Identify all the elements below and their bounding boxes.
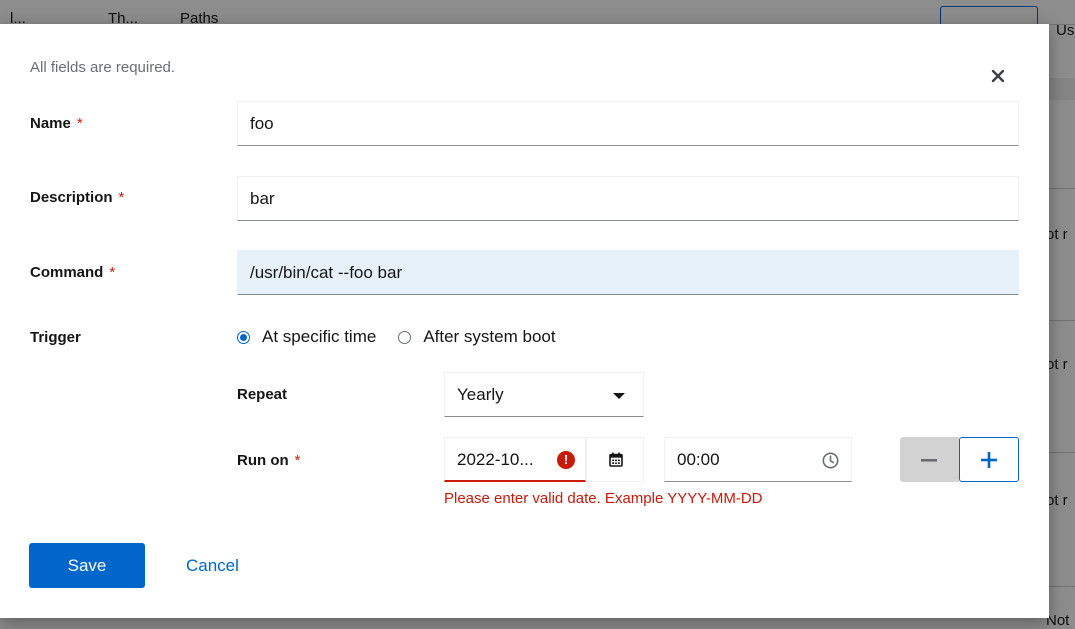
required-mark: * <box>76 115 83 132</box>
run-on-label: Run on * <box>237 452 301 469</box>
required-mark: * <box>294 452 301 469</box>
time-input[interactable]: 00:00 <box>664 437 852 482</box>
description-label: Description * <box>30 189 125 206</box>
description-input[interactable]: bar <box>237 176 1019 221</box>
remove-run-time-button[interactable] <box>900 437 959 482</box>
trigger-option-label: After system boot <box>423 327 556 346</box>
minus-icon <box>921 459 937 462</box>
command-input[interactable]: /usr/bin/cat --foo bar <box>237 250 1019 295</box>
date-value: 2022-10... <box>457 450 534 469</box>
required-mark: * <box>109 264 116 281</box>
save-button[interactable]: Save <box>29 543 145 588</box>
calendar-button[interactable] <box>586 437 644 482</box>
trigger-radio-group: At specific time After system boot <box>237 324 578 350</box>
create-timer-dialog: All fields are required. Name * foo Descr… <box>0 24 1049 618</box>
trigger-option-after-boot[interactable]: After system boot <box>398 327 556 347</box>
calendar-icon <box>609 452 623 467</box>
close-button[interactable] <box>986 64 1010 88</box>
name-label: Name * <box>30 115 83 132</box>
close-icon <box>991 69 1005 83</box>
name-input[interactable]: foo <box>237 101 1019 146</box>
trigger-option-specific-time[interactable]: At specific time <box>237 327 376 347</box>
date-input[interactable]: 2022-10... ! <box>444 437 586 482</box>
caret-down-icon <box>613 393 625 399</box>
trigger-label: Trigger <box>30 329 81 346</box>
radio-checked-icon[interactable] <box>237 330 250 344</box>
command-label: Command * <box>30 264 116 281</box>
add-run-time-button[interactable] <box>959 437 1019 482</box>
repeat-label: Repeat <box>237 386 288 403</box>
repeat-value: Yearly <box>457 385 504 404</box>
radio-unchecked-icon[interactable] <box>398 330 412 344</box>
error-icon: ! <box>557 451 575 469</box>
required-hint: All fields are required. <box>30 59 176 76</box>
cancel-button[interactable]: Cancel <box>186 543 239 588</box>
plus-icon <box>981 452 997 468</box>
time-value: 00:00 <box>677 450 720 469</box>
date-error-message: Please enter valid date. Example YYYY-MM… <box>444 490 763 507</box>
trigger-option-label: At specific time <box>262 327 377 346</box>
required-mark: * <box>118 189 125 206</box>
repeat-select[interactable]: Yearly <box>444 372 644 417</box>
clock-icon <box>822 452 839 469</box>
